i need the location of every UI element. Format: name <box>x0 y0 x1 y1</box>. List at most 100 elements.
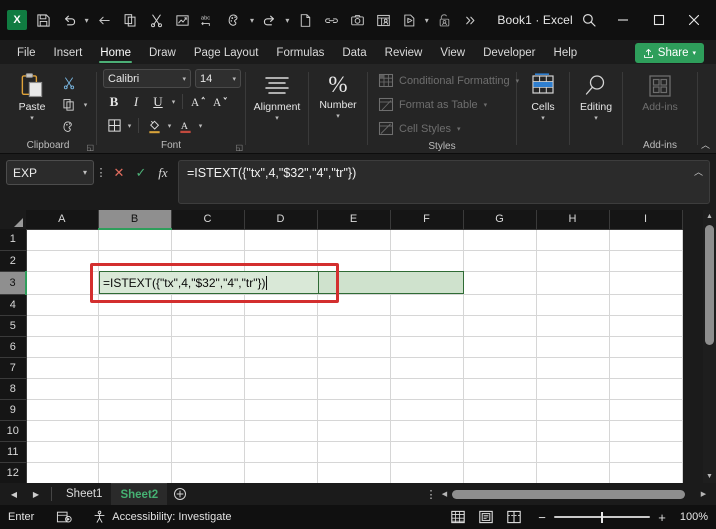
cell-f11[interactable] <box>390 441 464 463</box>
row-header-7[interactable]: 7 <box>0 357 27 379</box>
editing-dropdown-icon[interactable]: ▾ <box>594 114 598 122</box>
select-all-corner[interactable] <box>0 210 26 229</box>
undo-dropdown-icon[interactable]: ▾ <box>82 7 91 33</box>
more-commands-icon[interactable] <box>457 6 483 34</box>
cell-c8[interactable] <box>171 378 245 400</box>
format-painter-icon[interactable] <box>58 117 80 137</box>
cell-f3[interactable] <box>390 271 464 295</box>
tab-file[interactable]: File <box>8 42 45 64</box>
play-icon[interactable] <box>396 6 422 34</box>
row-header-2[interactable]: 2 <box>0 250 27 272</box>
shrink-font-button[interactable]: A <box>209 91 231 112</box>
sheet-tab-sheet2[interactable]: Sheet2 <box>111 483 168 505</box>
font-color-icon[interactable]: A <box>174 115 196 136</box>
cut-scissors-icon[interactable] <box>143 6 169 34</box>
cell-a9[interactable] <box>26 399 99 421</box>
add-sheet-icon[interactable] <box>167 483 193 505</box>
cut-scissors-icon[interactable] <box>58 73 80 93</box>
cell-a1[interactable] <box>26 229 99 251</box>
column-header-f[interactable]: F <box>390 210 464 230</box>
cell-c2[interactable] <box>171 250 245 272</box>
cell-i11[interactable] <box>609 441 683 463</box>
page-break-view-icon[interactable] <box>500 506 528 528</box>
font-color-dropdown-icon[interactable]: ▾ <box>196 122 205 130</box>
conditional-formatting-button[interactable]: Conditional Formatting ▾ <box>374 70 522 91</box>
cell-d4[interactable] <box>244 294 318 316</box>
tab-home[interactable]: Home <box>91 42 140 64</box>
cell-d1[interactable] <box>244 229 318 251</box>
cell-b6[interactable] <box>98 336 172 358</box>
cell-d2[interactable] <box>244 250 318 272</box>
cell-d11[interactable] <box>244 441 318 463</box>
bold-button[interactable]: B <box>103 91 125 112</box>
cell-f5[interactable] <box>390 315 464 337</box>
worksheet-grid[interactable]: A B C D E F G H I 1 2 3 4 5 6 7 8 9 10 1… <box>0 210 716 483</box>
cancel-icon[interactable]: ✕ <box>108 160 130 185</box>
next-sheet-icon[interactable]: ▶ <box>26 484 46 504</box>
borders-icon[interactable] <box>103 115 125 136</box>
cell-e1[interactable] <box>317 229 391 251</box>
cell-b5[interactable] <box>98 315 172 337</box>
cell-g12[interactable] <box>463 462 537 483</box>
paste-button[interactable]: Paste ▾ <box>6 70 58 122</box>
insert-function-icon[interactable]: fx <box>152 160 174 185</box>
cell-g9[interactable] <box>463 399 537 421</box>
redo-icon[interactable] <box>257 6 283 34</box>
sheet-options-icon[interactable]: ⋮ <box>424 488 438 501</box>
cell-a7[interactable] <box>26 357 99 379</box>
column-header-i[interactable]: I <box>609 210 683 230</box>
column-header-g[interactable]: G <box>463 210 537 230</box>
cell-c11[interactable] <box>171 441 245 463</box>
cell-e3[interactable] <box>317 271 391 295</box>
zoom-level-label[interactable]: 100% <box>674 511 708 523</box>
paste-dropdown-icon[interactable]: ▾ <box>30 114 34 122</box>
tab-draw[interactable]: Draw <box>140 42 185 64</box>
cell-i2[interactable] <box>609 250 683 272</box>
row-header-6[interactable]: 6 <box>0 336 27 358</box>
cell-f7[interactable] <box>390 357 464 379</box>
tab-page-layout[interactable]: Page Layout <box>185 42 268 64</box>
cell-e2[interactable] <box>317 250 391 272</box>
prev-sheet-icon[interactable]: ◀ <box>4 484 24 504</box>
redo-dropdown-icon[interactable]: ▾ <box>283 7 292 33</box>
cell-d7[interactable] <box>244 357 318 379</box>
cell-g4[interactable] <box>463 294 537 316</box>
font-name-combo[interactable]: Calibri ▾ <box>103 69 191 88</box>
sheet-tab-sheet1[interactable]: Sheet1 <box>57 483 111 505</box>
zoom-in-button[interactable]: + <box>656 510 668 525</box>
row-header-12[interactable]: 12 <box>0 462 27 483</box>
cell-editor[interactable]: =ISTEXT({"tx",4,"$32","4","tr"}) <box>99 271 319 294</box>
cell-h7[interactable] <box>536 357 610 379</box>
vertical-scroll-thumb[interactable] <box>705 225 714 345</box>
cell-e8[interactable] <box>317 378 391 400</box>
editing-button[interactable]: Editing ▾ <box>576 70 616 122</box>
column-header-e[interactable]: E <box>317 210 391 230</box>
record-macro-icon[interactable] <box>56 510 72 524</box>
cell-d10[interactable] <box>244 420 318 442</box>
cell-f4[interactable] <box>390 294 464 316</box>
accessibility-status[interactable]: Accessibility: Investigate <box>92 510 232 524</box>
alignment-dropdown-icon[interactable]: ▾ <box>275 114 279 122</box>
cell-b9[interactable] <box>98 399 172 421</box>
maximize-icon[interactable] <box>641 0 677 40</box>
scroll-up-icon[interactable]: ▲ <box>703 210 716 223</box>
vertical-scrollbar[interactable]: ▲ ▼ <box>703 210 716 483</box>
name-box[interactable]: EXP ▾ <box>6 160 94 185</box>
addins-button[interactable]: Add-ins <box>629 70 691 113</box>
save-icon[interactable] <box>30 6 56 34</box>
tab-view[interactable]: View <box>431 42 474 64</box>
cell-f12[interactable] <box>390 462 464 483</box>
cell-c6[interactable] <box>171 336 245 358</box>
format-painter-dropdown-icon[interactable]: ▾ <box>247 7 256 33</box>
cell-h5[interactable] <box>536 315 610 337</box>
cell-c7[interactable] <box>171 357 245 379</box>
cell-h8[interactable] <box>536 378 610 400</box>
cell-e12[interactable] <box>317 462 391 483</box>
formula-input[interactable]: =ISTEXT({"tx",4,"$32","4","tr"}) ︿ <box>178 160 710 204</box>
cell-i4[interactable] <box>609 294 683 316</box>
cell-f9[interactable] <box>390 399 464 421</box>
row-header-1[interactable]: 1 <box>0 229 27 251</box>
share-dropdown-icon[interactable]: ▾ <box>692 49 696 57</box>
form-icon[interactable] <box>370 6 396 34</box>
row-header-8[interactable]: 8 <box>0 378 27 400</box>
